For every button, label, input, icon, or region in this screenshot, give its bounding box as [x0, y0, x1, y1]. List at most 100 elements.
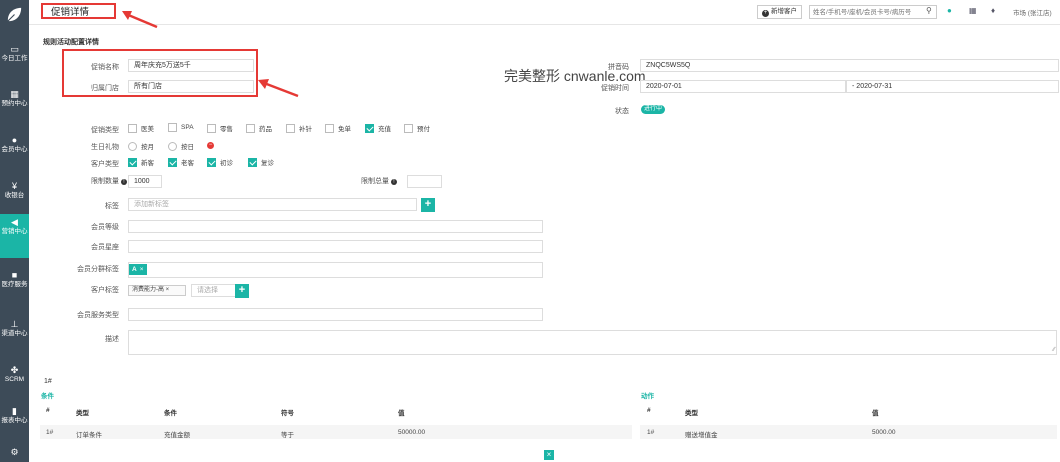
sidebar-item-label: 今日工作	[1, 55, 28, 62]
annotation-box-title	[41, 3, 116, 19]
radio-label: 按日	[181, 144, 194, 151]
gear-icon: ⚙	[10, 447, 19, 457]
limit-total-field[interactable]	[407, 175, 442, 188]
checkbox-label: 新客	[141, 160, 154, 167]
annotation-box-fields	[62, 49, 258, 97]
sidebar-item-7[interactable]: ✤ SCRM	[0, 362, 29, 392]
cond-cell-condition: 充值金额	[164, 432, 190, 439]
checkbox-box	[128, 123, 137, 133]
checkbox-box	[365, 123, 374, 133]
member-group-tag[interactable]: A ×	[129, 264, 147, 275]
checkbox-label: 药品	[259, 126, 272, 133]
contacts-icon[interactable]: ▦	[969, 6, 977, 15]
add-tag-button[interactable]: +	[421, 198, 435, 212]
remove-tag-icon[interactable]: ×	[166, 287, 170, 293]
info-icon[interactable]: !	[391, 179, 397, 185]
promo-type-checkbox-5[interactable]: 免单	[325, 123, 351, 133]
promo-type-checkbox-6[interactable]: 充值	[365, 123, 391, 133]
action-cell-index: 1#	[647, 429, 655, 436]
member-service-field[interactable]	[128, 308, 543, 321]
remove-tag-icon[interactable]: ×	[140, 266, 144, 273]
promo-time-label: 促销时间	[601, 85, 629, 92]
annotation-arrow-icon	[258, 79, 299, 98]
action-cell-value: 5000.00	[872, 429, 896, 436]
customer-type-checkbox-1[interactable]: 老客	[168, 157, 194, 167]
status-label: 状态	[615, 108, 629, 115]
pinyin-field[interactable]: ZNQC5WS5Q	[640, 59, 1059, 72]
sidebar-item-label: 渠道中心	[1, 330, 28, 337]
member-level-field[interactable]	[128, 220, 543, 233]
cond-header-index: #	[46, 407, 50, 414]
search-input[interactable]	[809, 5, 937, 19]
description-label: 描述	[105, 336, 119, 343]
new-customer-button[interactable]: + 新增客户	[757, 5, 802, 19]
sidebar-item-5[interactable]: ■ 医疗服务	[0, 267, 29, 309]
promo-type-checkbox-2[interactable]: 零售	[207, 123, 233, 133]
table-row	[40, 425, 632, 439]
member-group-label: 会员分群标签	[77, 266, 119, 273]
sidebar-item-1[interactable]: ▦ 预约中心	[0, 86, 29, 124]
wechat-icon[interactable]: ●	[947, 6, 952, 15]
customer-type-checkbox-2[interactable]: 初诊	[207, 157, 233, 167]
description-textarea[interactable]: ∕∕	[128, 330, 1057, 355]
store-switcher[interactable]: 市场 (张江店)	[1013, 7, 1052, 17]
checkbox-label: 预付	[417, 126, 430, 133]
sidebar-item-label: 预约中心	[1, 100, 28, 107]
calendar-icon: ▦	[10, 89, 19, 99]
end-date-value: 2020-07-31	[856, 83, 893, 90]
add-customer-tag-button[interactable]: +	[235, 284, 249, 298]
customer-type-checkbox-3[interactable]: 复诊	[248, 157, 274, 167]
checkbox-box	[168, 123, 177, 132]
sidebar-item-label: 收银台	[4, 192, 25, 199]
promo-type-checkbox-4[interactable]: 补针	[286, 123, 312, 133]
sidebar-item-9[interactable]: ⚙	[0, 444, 29, 462]
sidebar-item-2[interactable]: ● 会员中心	[0, 132, 29, 170]
pinyin-label: 拼音码	[608, 64, 629, 71]
cond-header-type: 类型	[76, 410, 89, 417]
customer-type-checkbox-0[interactable]: 新客	[128, 157, 154, 167]
info-icon[interactable]: !	[121, 179, 127, 185]
limit-qty-label: 限制数量!	[59, 176, 127, 186]
sidebar-item-3[interactable]: ¥ 收银台	[0, 178, 29, 208]
limit-qty-field[interactable]: 1000	[128, 175, 162, 188]
promo-type-label: 促销类型	[91, 127, 119, 134]
sitemap-icon: ⊥	[10, 319, 19, 329]
customer-type-label: 客户类型	[91, 161, 119, 168]
remove-circle-icon[interactable]: −	[207, 142, 214, 149]
start-date-field[interactable]: 2020-07-01	[640, 80, 846, 93]
resize-handle-icon[interactable]: ∕∕	[1053, 347, 1055, 353]
promo-type-checkbox-1[interactable]: SPA	[168, 123, 194, 132]
tag-text: 消费能力-高	[132, 287, 164, 293]
checkbox-label: 老客	[181, 160, 194, 167]
promo-type-checkbox-7[interactable]: 预付	[404, 123, 430, 133]
end-date-field[interactable]: - 2020-07-31	[846, 80, 1059, 93]
checkbox-box	[128, 157, 137, 167]
promo-type-checkbox-3[interactable]: 药品	[246, 123, 272, 133]
promo-type-checkbox-0[interactable]: 医美	[128, 123, 154, 133]
cond-header-value: 值	[398, 410, 405, 417]
sidebar-item-label: 会员中心	[1, 146, 28, 153]
checkbox-label: 补针	[299, 126, 312, 133]
sidebar-item-8[interactable]: ▮ 报表中心	[0, 403, 29, 437]
action-header-type: 类型	[685, 410, 698, 417]
customer-tag-chip[interactable]: 消费能力-高 ×	[128, 285, 186, 296]
sidebar-item-6[interactable]: ⊥ 渠道中心	[0, 316, 29, 356]
date-separator: -	[852, 83, 855, 90]
tag-input[interactable]: 添加新标签	[128, 198, 417, 211]
leaf-logo-icon	[7, 7, 22, 22]
bell-icon[interactable]: ♦	[991, 6, 995, 15]
sidebar-item-0[interactable]: ▭ 今日工作	[0, 41, 29, 79]
sidebar-item-4[interactable]: ◀ 营销中心	[0, 214, 29, 258]
close-icon[interactable]: ×	[544, 450, 554, 460]
member-star-field[interactable]	[128, 240, 543, 253]
birthday-radio-day[interactable]: 按日	[168, 141, 194, 151]
search-icon[interactable]: ⚲	[926, 6, 932, 15]
customer-tag-label: 客户标签	[91, 287, 119, 294]
birthday-radio-month[interactable]: 按月	[128, 141, 154, 151]
member-group-field[interactable]	[128, 262, 543, 278]
section-title: 规则活动配置详情	[43, 39, 99, 46]
member-level-label: 会员等级	[91, 224, 119, 231]
birthday-gift-label: 生日礼物	[91, 144, 119, 151]
cond-cell-value: 50000.00	[398, 429, 426, 436]
customer-tag-select[interactable]: 请选择	[191, 284, 237, 297]
